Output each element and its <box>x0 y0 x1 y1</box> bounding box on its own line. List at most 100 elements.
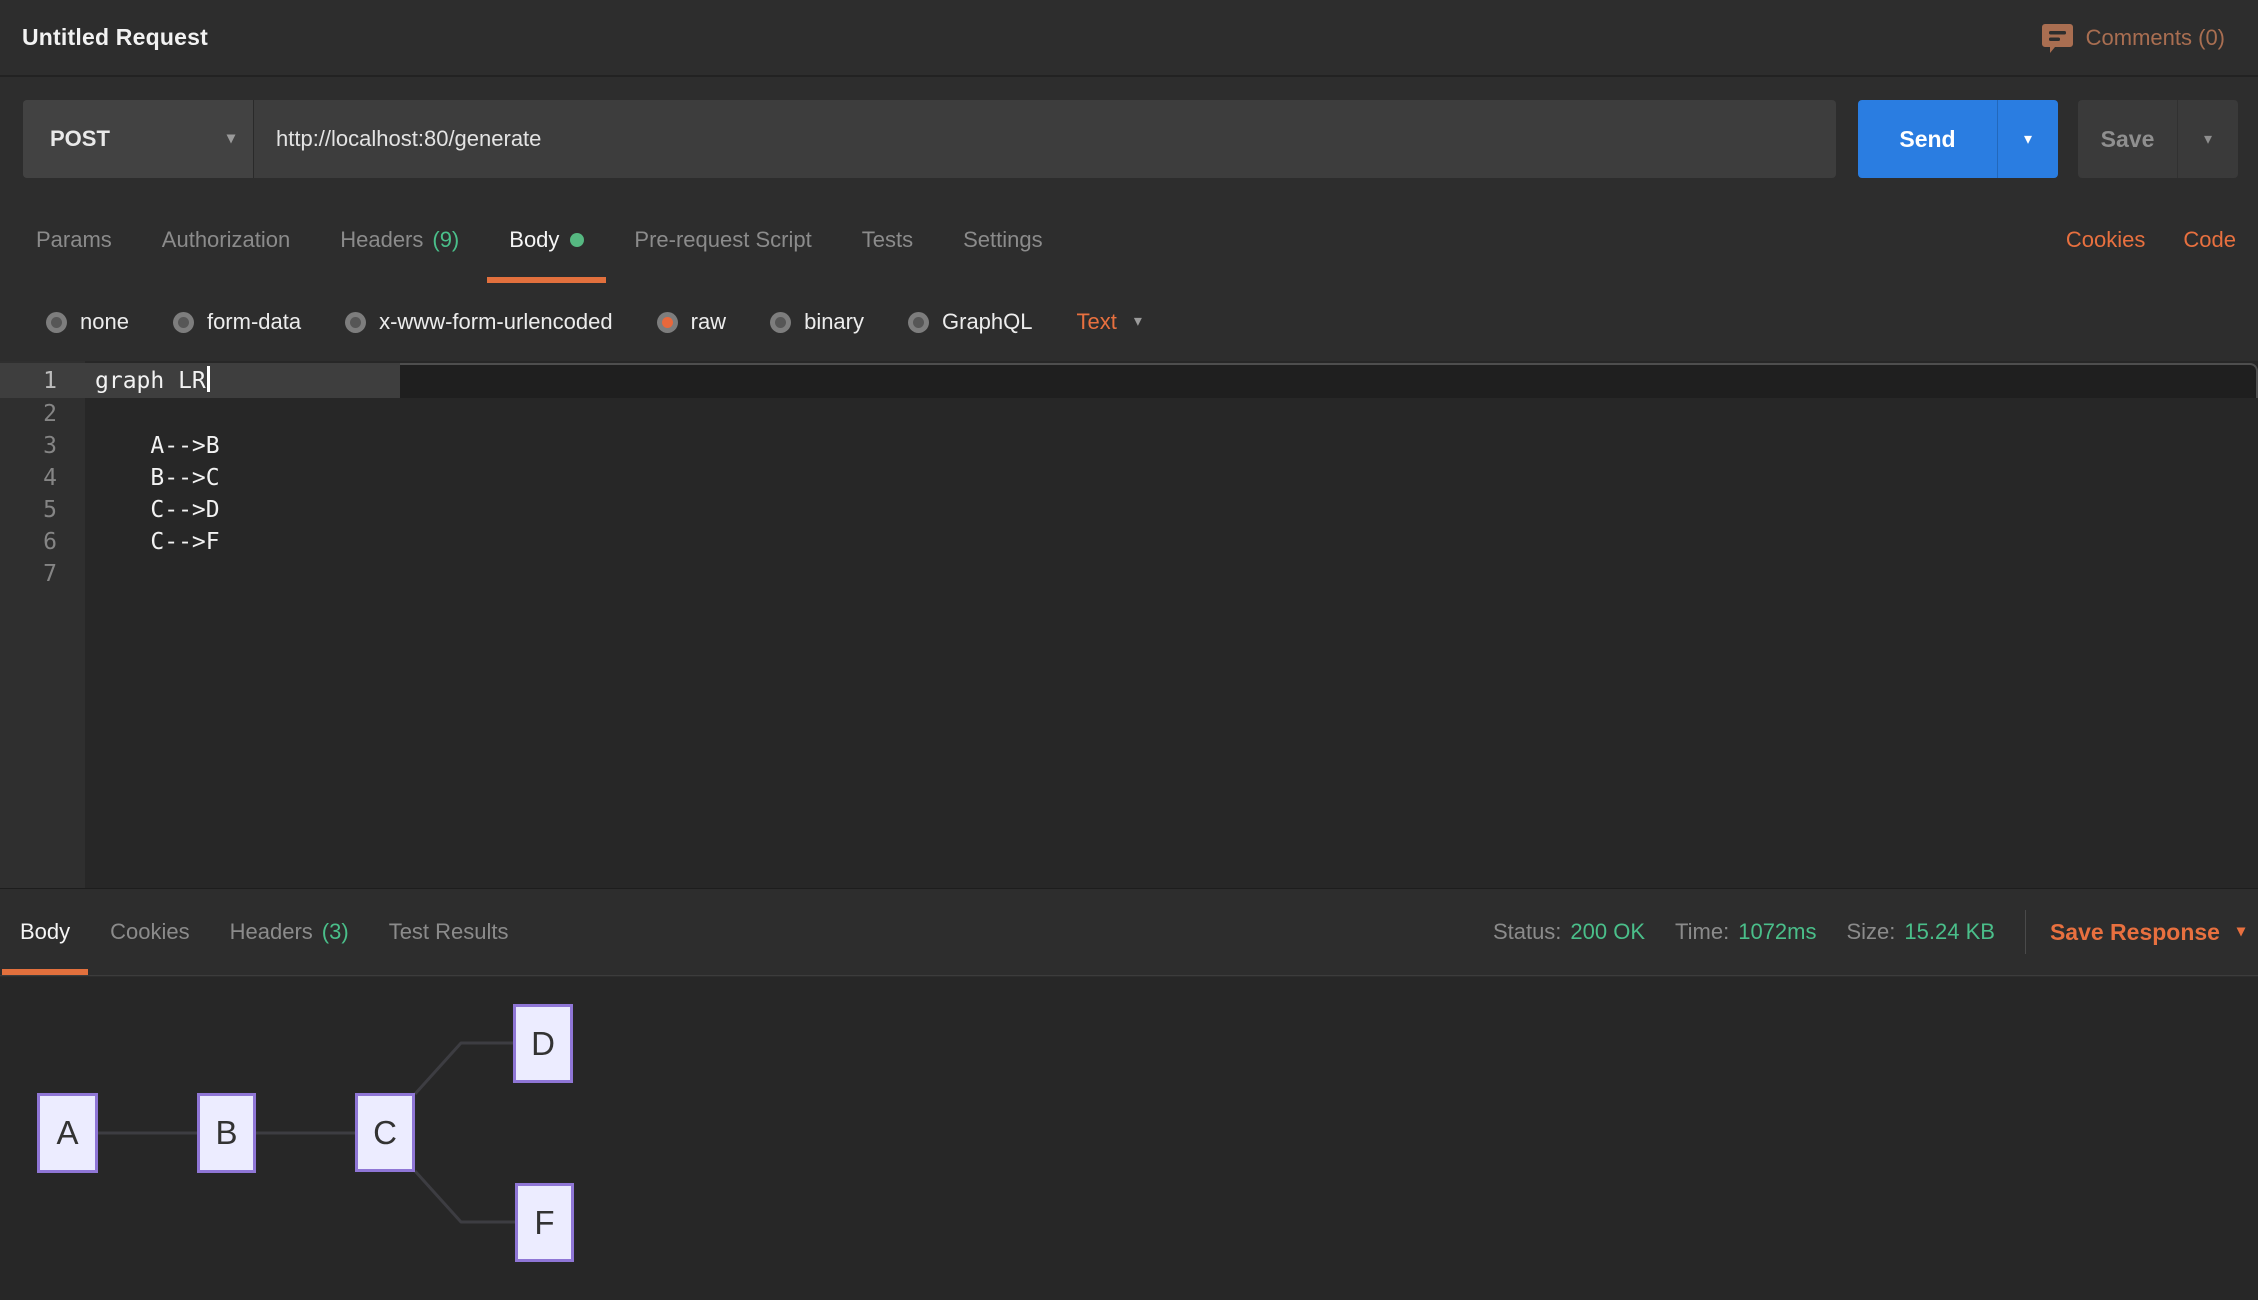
time-label: Time: <box>1675 919 1729 945</box>
radio-icon <box>908 312 929 333</box>
raw-body-editor[interactable]: 1 graph LR 2 3 A-->B 4 B-->C 5 C-->D <box>0 361 2258 888</box>
save-button[interactable]: Save <box>2078 100 2177 178</box>
line-number: 7 <box>0 558 85 590</box>
request-title: Untitled Request <box>22 24 208 51</box>
editor-line: 5 C-->D <box>0 494 2258 526</box>
save-response-label: Save Response <box>2050 919 2220 946</box>
response-tab-headers-label: Headers <box>230 919 313 945</box>
tab-authorization[interactable]: Authorization <box>162 196 290 283</box>
size-value: 15.24 KB <box>1904 919 1995 945</box>
radio-label: form-data <box>207 309 301 335</box>
radio-icon <box>46 312 67 333</box>
node-label: D <box>531 1025 555 1063</box>
tab-tests[interactable]: Tests <box>862 196 913 283</box>
line-number: 6 <box>0 526 85 558</box>
url-input[interactable] <box>254 100 1836 178</box>
response-tab-headers[interactable]: Headers (3) <box>230 889 349 975</box>
node-label: B <box>215 1114 237 1152</box>
body-type-radio-graphql[interactable]: GraphQL <box>908 309 1033 335</box>
code-text: B-->C <box>85 462 220 494</box>
time-pair: Time: 1072ms <box>1675 919 1816 945</box>
meta-divider <box>2025 910 2026 954</box>
send-options-button[interactable]: ▾ <box>1997 100 2058 178</box>
body-type-radio-none[interactable]: none <box>46 309 129 335</box>
save-button-group: Save ▾ <box>2078 100 2238 178</box>
response-header: Body Cookies Headers (3) Test Results St… <box>0 888 2258 976</box>
save-options-button[interactable]: ▾ <box>2177 100 2238 178</box>
cookies-link[interactable]: Cookies <box>2066 227 2145 253</box>
chevron-down-icon: ▾ <box>2237 924 2245 940</box>
graph-node-a: A <box>37 1093 98 1173</box>
code-link[interactable]: Code <box>2183 227 2236 253</box>
tab-settings[interactable]: Settings <box>963 196 1043 283</box>
body-type-radio-binary[interactable]: binary <box>770 309 864 335</box>
response-tab-body[interactable]: Body <box>2 889 88 975</box>
editor-line: 2 <box>0 398 2258 430</box>
radio-selected-icon <box>657 312 678 333</box>
raw-format-dropdown[interactable]: Text ▾ <box>1077 309 1142 335</box>
line-number: 1 <box>0 365 85 398</box>
size-pair: Size: 15.24 KB <box>1847 919 1995 945</box>
editor-line: 3 A-->B <box>0 430 2258 462</box>
radio-label: x-www-form-urlencoded <box>379 309 613 335</box>
request-tabs-row: Params Authorization Headers (9) Body Pr… <box>0 196 2258 283</box>
editor-line: 4 B-->C <box>0 462 2258 494</box>
node-label: F <box>534 1204 554 1242</box>
graph-node-f: F <box>515 1183 574 1262</box>
status-label: Status: <box>1493 919 1561 945</box>
line-number: 2 <box>0 398 85 430</box>
comment-bubble-icon <box>2042 23 2073 53</box>
size-label: Size: <box>1847 919 1896 945</box>
response-tab-cookies[interactable]: Cookies <box>110 889 189 975</box>
chevron-down-icon: ▾ <box>1134 314 1142 330</box>
tab-pre-request-script[interactable]: Pre-request Script <box>634 196 811 283</box>
editor-line: 7 <box>0 558 2258 590</box>
node-label: C <box>373 1114 397 1152</box>
code-text: C-->D <box>85 494 220 526</box>
request-tabs: Params Authorization Headers (9) Body Pr… <box>36 196 1093 283</box>
send-label: Send <box>1899 126 1955 153</box>
body-type-radio-x-www-form-urlencoded[interactable]: x-www-form-urlencoded <box>345 309 613 335</box>
code-text <box>85 398 95 430</box>
response-tab-headers-count: (3) <box>322 919 349 945</box>
tab-params[interactable]: Params <box>36 196 112 283</box>
comments-button[interactable]: Comments (0) <box>2042 23 2225 53</box>
graph-node-d: D <box>513 1004 573 1083</box>
tab-authorization-label: Authorization <box>162 227 290 253</box>
editor-line: 6 C-->F <box>0 526 2258 558</box>
code-text <box>85 558 95 590</box>
tab-headers[interactable]: Headers (9) <box>340 196 459 283</box>
status-value: 200 OK <box>1570 919 1645 945</box>
radio-label: none <box>80 309 129 335</box>
body-type-radio-form-data[interactable]: form-data <box>173 309 301 335</box>
code-text: A-->B <box>85 430 220 462</box>
line-number: 4 <box>0 462 85 494</box>
send-button-group: Send ▾ <box>1858 100 2058 178</box>
response-meta: Status: 200 OK Time: 1072ms Size: 15.24 … <box>1493 889 2245 975</box>
node-label: A <box>56 1114 78 1152</box>
response-tab-test-results[interactable]: Test Results <box>389 889 509 975</box>
comments-label: Comments (0) <box>2086 25 2225 51</box>
radio-label: raw <box>691 309 726 335</box>
tab-pre-request-label: Pre-request Script <box>634 227 811 253</box>
tab-headers-label: Headers <box>340 227 423 253</box>
request-bar: POST ▾ Send ▾ Save ▾ <box>0 79 2258 196</box>
tab-tests-label: Tests <box>862 227 913 253</box>
tab-params-label: Params <box>36 227 112 253</box>
raw-format-selected: Text <box>1077 309 1117 335</box>
tab-body[interactable]: Body <box>487 196 606 283</box>
radio-icon <box>173 312 194 333</box>
save-response-button[interactable]: Save Response ▾ <box>2050 919 2245 946</box>
line-number: 5 <box>0 494 85 526</box>
code-text: graph LR <box>95 368 206 394</box>
tab-settings-label: Settings <box>963 227 1043 253</box>
chevron-down-icon: ▾ <box>227 131 235 147</box>
response-tab-test-results-label: Test Results <box>389 919 509 945</box>
send-button[interactable]: Send <box>1858 100 1997 178</box>
method-label: POST <box>50 126 110 152</box>
time-value: 1072ms <box>1738 919 1816 945</box>
radio-icon <box>345 312 366 333</box>
request-right-links: Cookies Code <box>2066 196 2236 283</box>
method-dropdown[interactable]: POST ▾ <box>23 100 253 178</box>
body-type-radio-raw[interactable]: raw <box>657 309 726 335</box>
